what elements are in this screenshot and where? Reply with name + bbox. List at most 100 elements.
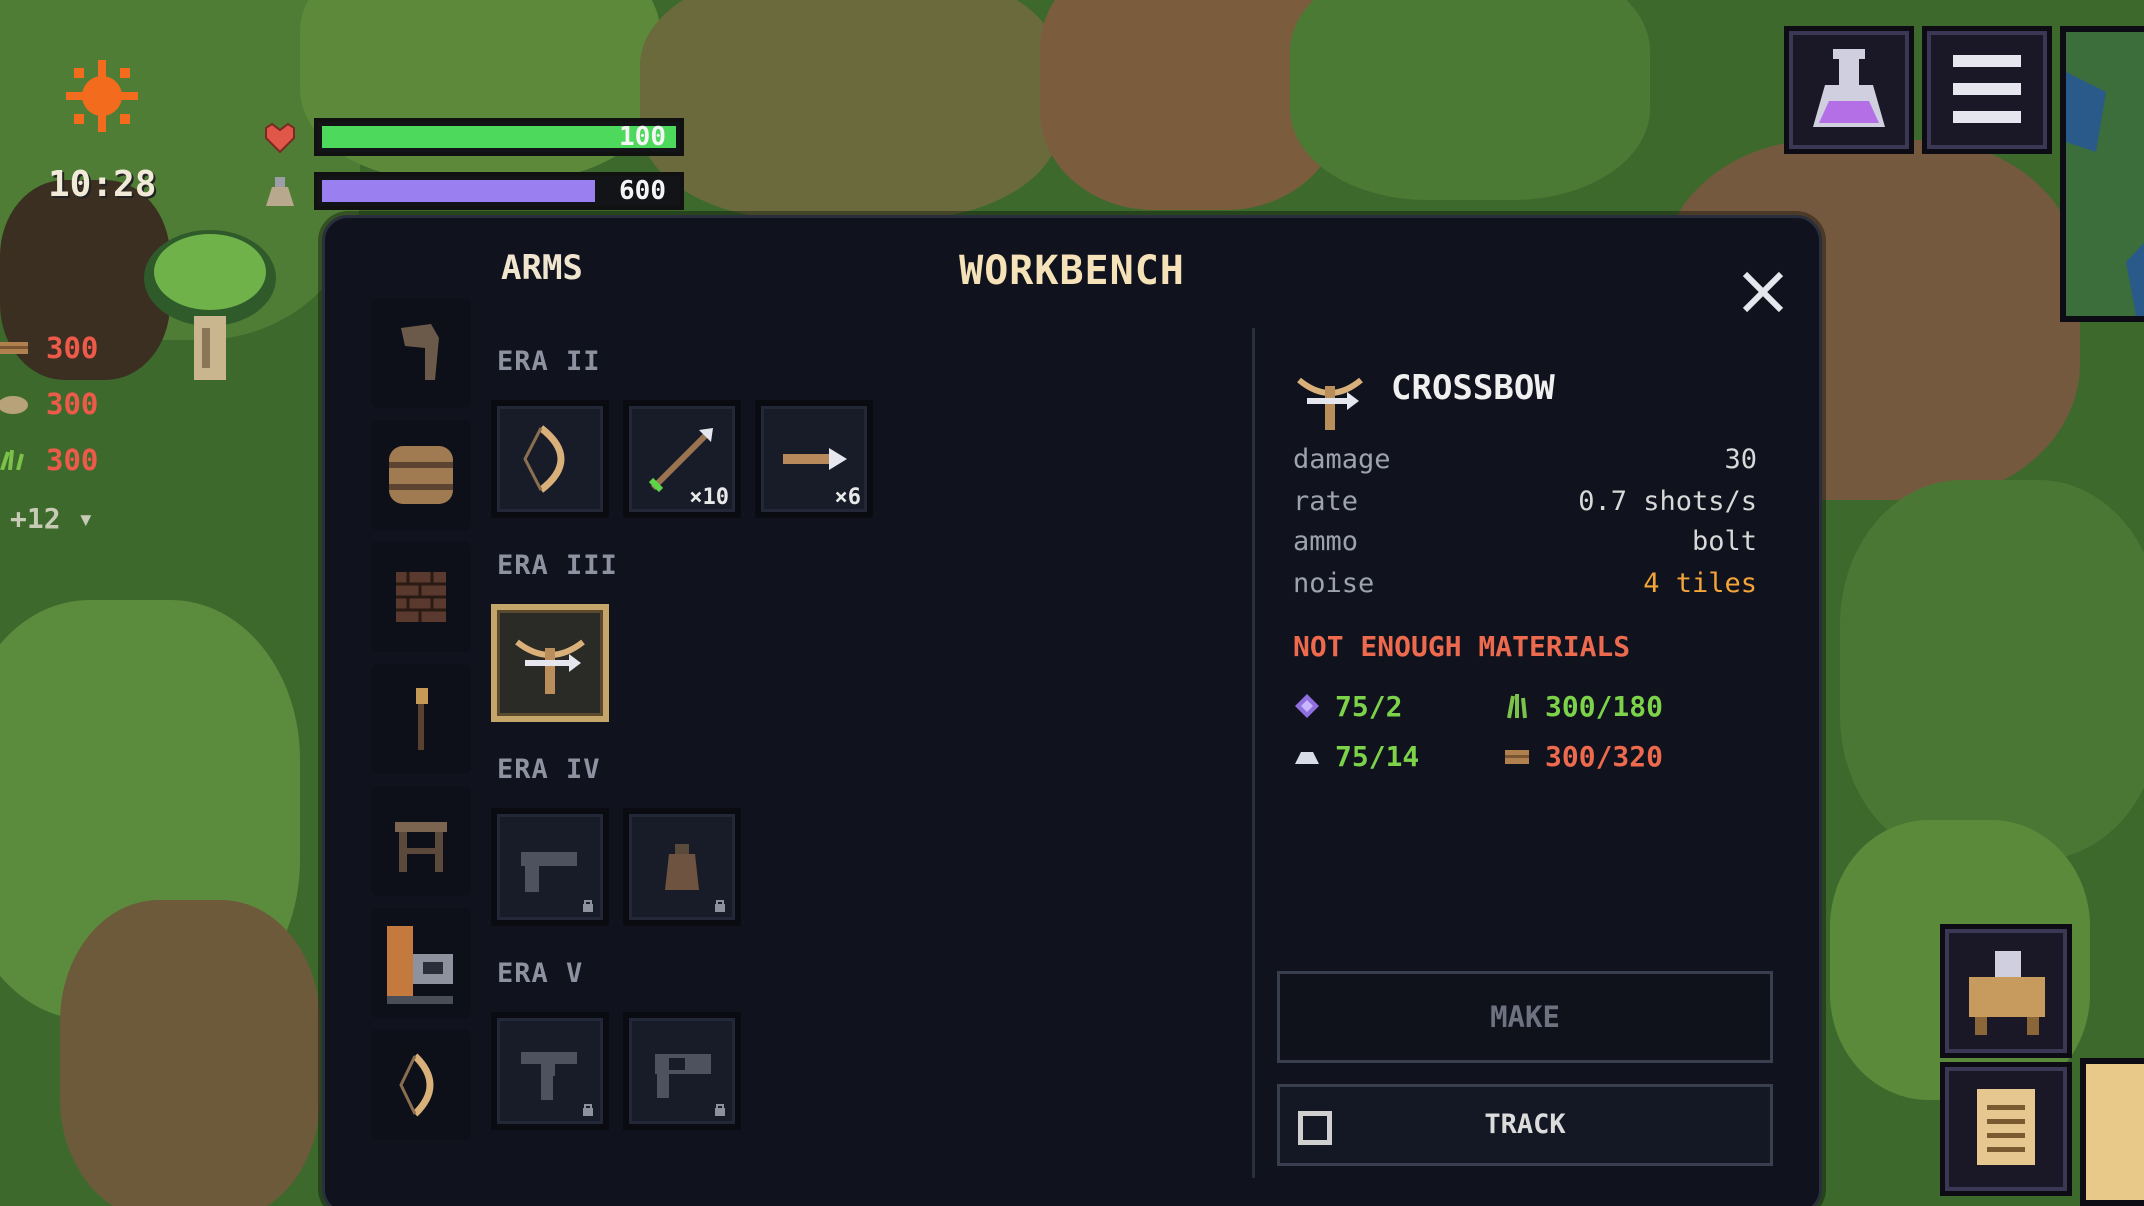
- recipe-slot-crossbow[interactable]: [491, 604, 609, 722]
- tree-sprite: [144, 230, 276, 380]
- material-amount: 300/320: [1545, 739, 1664, 773]
- lock-icon: [583, 900, 593, 912]
- make-button[interactable]: MAKE: [1277, 971, 1773, 1063]
- material-metal: 75/14: [1293, 736, 1419, 776]
- wood-log-icon: [0, 342, 28, 354]
- recipe-count: ×6: [834, 485, 862, 510]
- revolver-icon: [521, 1052, 577, 1100]
- bow-icon: [399, 1053, 434, 1117]
- fiber-icon: [1507, 694, 1527, 719]
- stat-rate: rate 0.7 shots/s: [1293, 486, 1757, 526]
- category-storage[interactable]: [371, 420, 471, 530]
- material-fiber: 300/180: [1503, 686, 1663, 726]
- item-name: CROSSBOW: [1391, 368, 1555, 408]
- category-furniture[interactable]: [371, 786, 471, 896]
- lock-icon: [715, 900, 725, 912]
- pistol-icon: [521, 852, 577, 892]
- material-amount: 75/14: [1335, 739, 1420, 773]
- category-lighting[interactable]: [371, 664, 471, 774]
- panel-title: WORKBENCH: [959, 248, 1185, 294]
- more-resources-toggle[interactable]: +12 ▾: [10, 502, 94, 535]
- pouch-icon: [665, 844, 699, 890]
- stat-label: damage: [1293, 444, 1391, 475]
- stat-ammo: ammo bolt: [1293, 526, 1757, 566]
- stat-value: 4 tiles: [1643, 568, 1757, 599]
- category-building[interactable]: [371, 542, 471, 652]
- metal-icon: [1295, 752, 1319, 764]
- machine-icon: [387, 926, 453, 1004]
- torch-icon: [416, 688, 428, 750]
- stat-label: ammo: [1293, 526, 1359, 557]
- lock-icon: [715, 1104, 725, 1116]
- resource-wood: 300: [0, 328, 98, 368]
- workbench-button[interactable]: [1940, 924, 2072, 1058]
- crossbow-icon: [515, 639, 585, 694]
- era-label: ERA III: [497, 550, 618, 581]
- resource-stone: 300: [0, 384, 98, 424]
- menu-button[interactable]: [1922, 26, 2052, 154]
- era-label: ERA V: [497, 958, 584, 989]
- flask-icon: [266, 177, 294, 206]
- resource-wood-value: 300: [46, 331, 99, 365]
- heart-icon: [265, 122, 295, 154]
- energy-value: 600: [619, 176, 666, 206]
- workbench-panel: ARMS WORKBENCH ERA II ×10 ×6 ERA III ERA…: [322, 215, 1822, 1206]
- stat-label: rate: [1293, 486, 1359, 517]
- stat-value: 0.7 shots/s: [1578, 486, 1757, 517]
- recipe-slot-spear[interactable]: ×10: [623, 400, 741, 518]
- stat-damage: damage 30: [1293, 444, 1757, 484]
- menu-icon: [1953, 55, 2021, 123]
- potion-button[interactable]: [1784, 26, 1914, 154]
- category-ranged[interactable]: [371, 1030, 471, 1140]
- rifle-icon: [655, 1054, 711, 1098]
- clock: 10:28: [48, 164, 157, 205]
- brick-wall-icon: [396, 572, 446, 622]
- recipe-slot-bolt[interactable]: ×6: [755, 400, 873, 518]
- material-wood-plank: 300/320: [1503, 736, 1663, 776]
- minimap-terrain: [2066, 72, 2144, 316]
- health-value: 100: [619, 122, 666, 152]
- recipe-slot-pouch[interactable]: [623, 808, 741, 926]
- barrel-icon: [389, 446, 453, 504]
- resource-fiber: 300: [0, 440, 98, 480]
- recipe-slot-bow[interactable]: [491, 400, 609, 518]
- minimap[interactable]: [2060, 26, 2144, 322]
- track-checkbox[interactable]: [1298, 1111, 1332, 1145]
- resource-stone-value: 300: [46, 387, 99, 421]
- stone-icon: [0, 396, 28, 414]
- track-button[interactable]: TRACK: [1277, 1084, 1773, 1166]
- material-amount: 75/2: [1335, 689, 1403, 723]
- era-label: ERA II: [497, 346, 601, 377]
- recipe-slot-rifle[interactable]: [623, 1012, 741, 1130]
- potion-icon: [1813, 49, 1885, 127]
- crystal-icon: [1295, 694, 1319, 718]
- track-label: TRACK: [1484, 1109, 1566, 1140]
- notes-button[interactable]: [1940, 1062, 2072, 1196]
- bow-icon: [523, 425, 565, 493]
- health-bar: 100: [314, 118, 684, 156]
- sun-icon: [66, 60, 138, 132]
- close-icon[interactable]: [1739, 268, 1787, 316]
- category-machines[interactable]: [371, 908, 471, 1018]
- material-amount: 300/180: [1545, 689, 1664, 723]
- era-label: ERA IV: [497, 754, 601, 785]
- category-weapons[interactable]: [371, 298, 471, 408]
- panel-divider: [1252, 328, 1255, 1178]
- recipe-slot-revolver[interactable]: [491, 1012, 609, 1130]
- workbench-icon: [1969, 951, 2045, 1035]
- wood-plank-icon: [1505, 750, 1529, 764]
- table-icon: [395, 822, 447, 872]
- crossbow-icon: [1297, 377, 1363, 430]
- recipe-count: ×10: [689, 485, 729, 510]
- stat-value: 30: [1724, 444, 1757, 475]
- materials-warning: NOT ENOUGH MATERIALS: [1293, 630, 1631, 663]
- energy-bar-fill: [322, 180, 595, 202]
- stat-value: bolt: [1691, 526, 1757, 557]
- fiber-icon: [0, 450, 24, 470]
- resource-fiber-value: 300: [46, 443, 99, 477]
- recipe-slot-pistol[interactable]: [491, 808, 609, 926]
- energy-bar: 600: [314, 172, 684, 210]
- map-button[interactable]: [2080, 1058, 2144, 1206]
- weapon-category-icon: [401, 324, 439, 380]
- stat-label: noise: [1293, 568, 1375, 599]
